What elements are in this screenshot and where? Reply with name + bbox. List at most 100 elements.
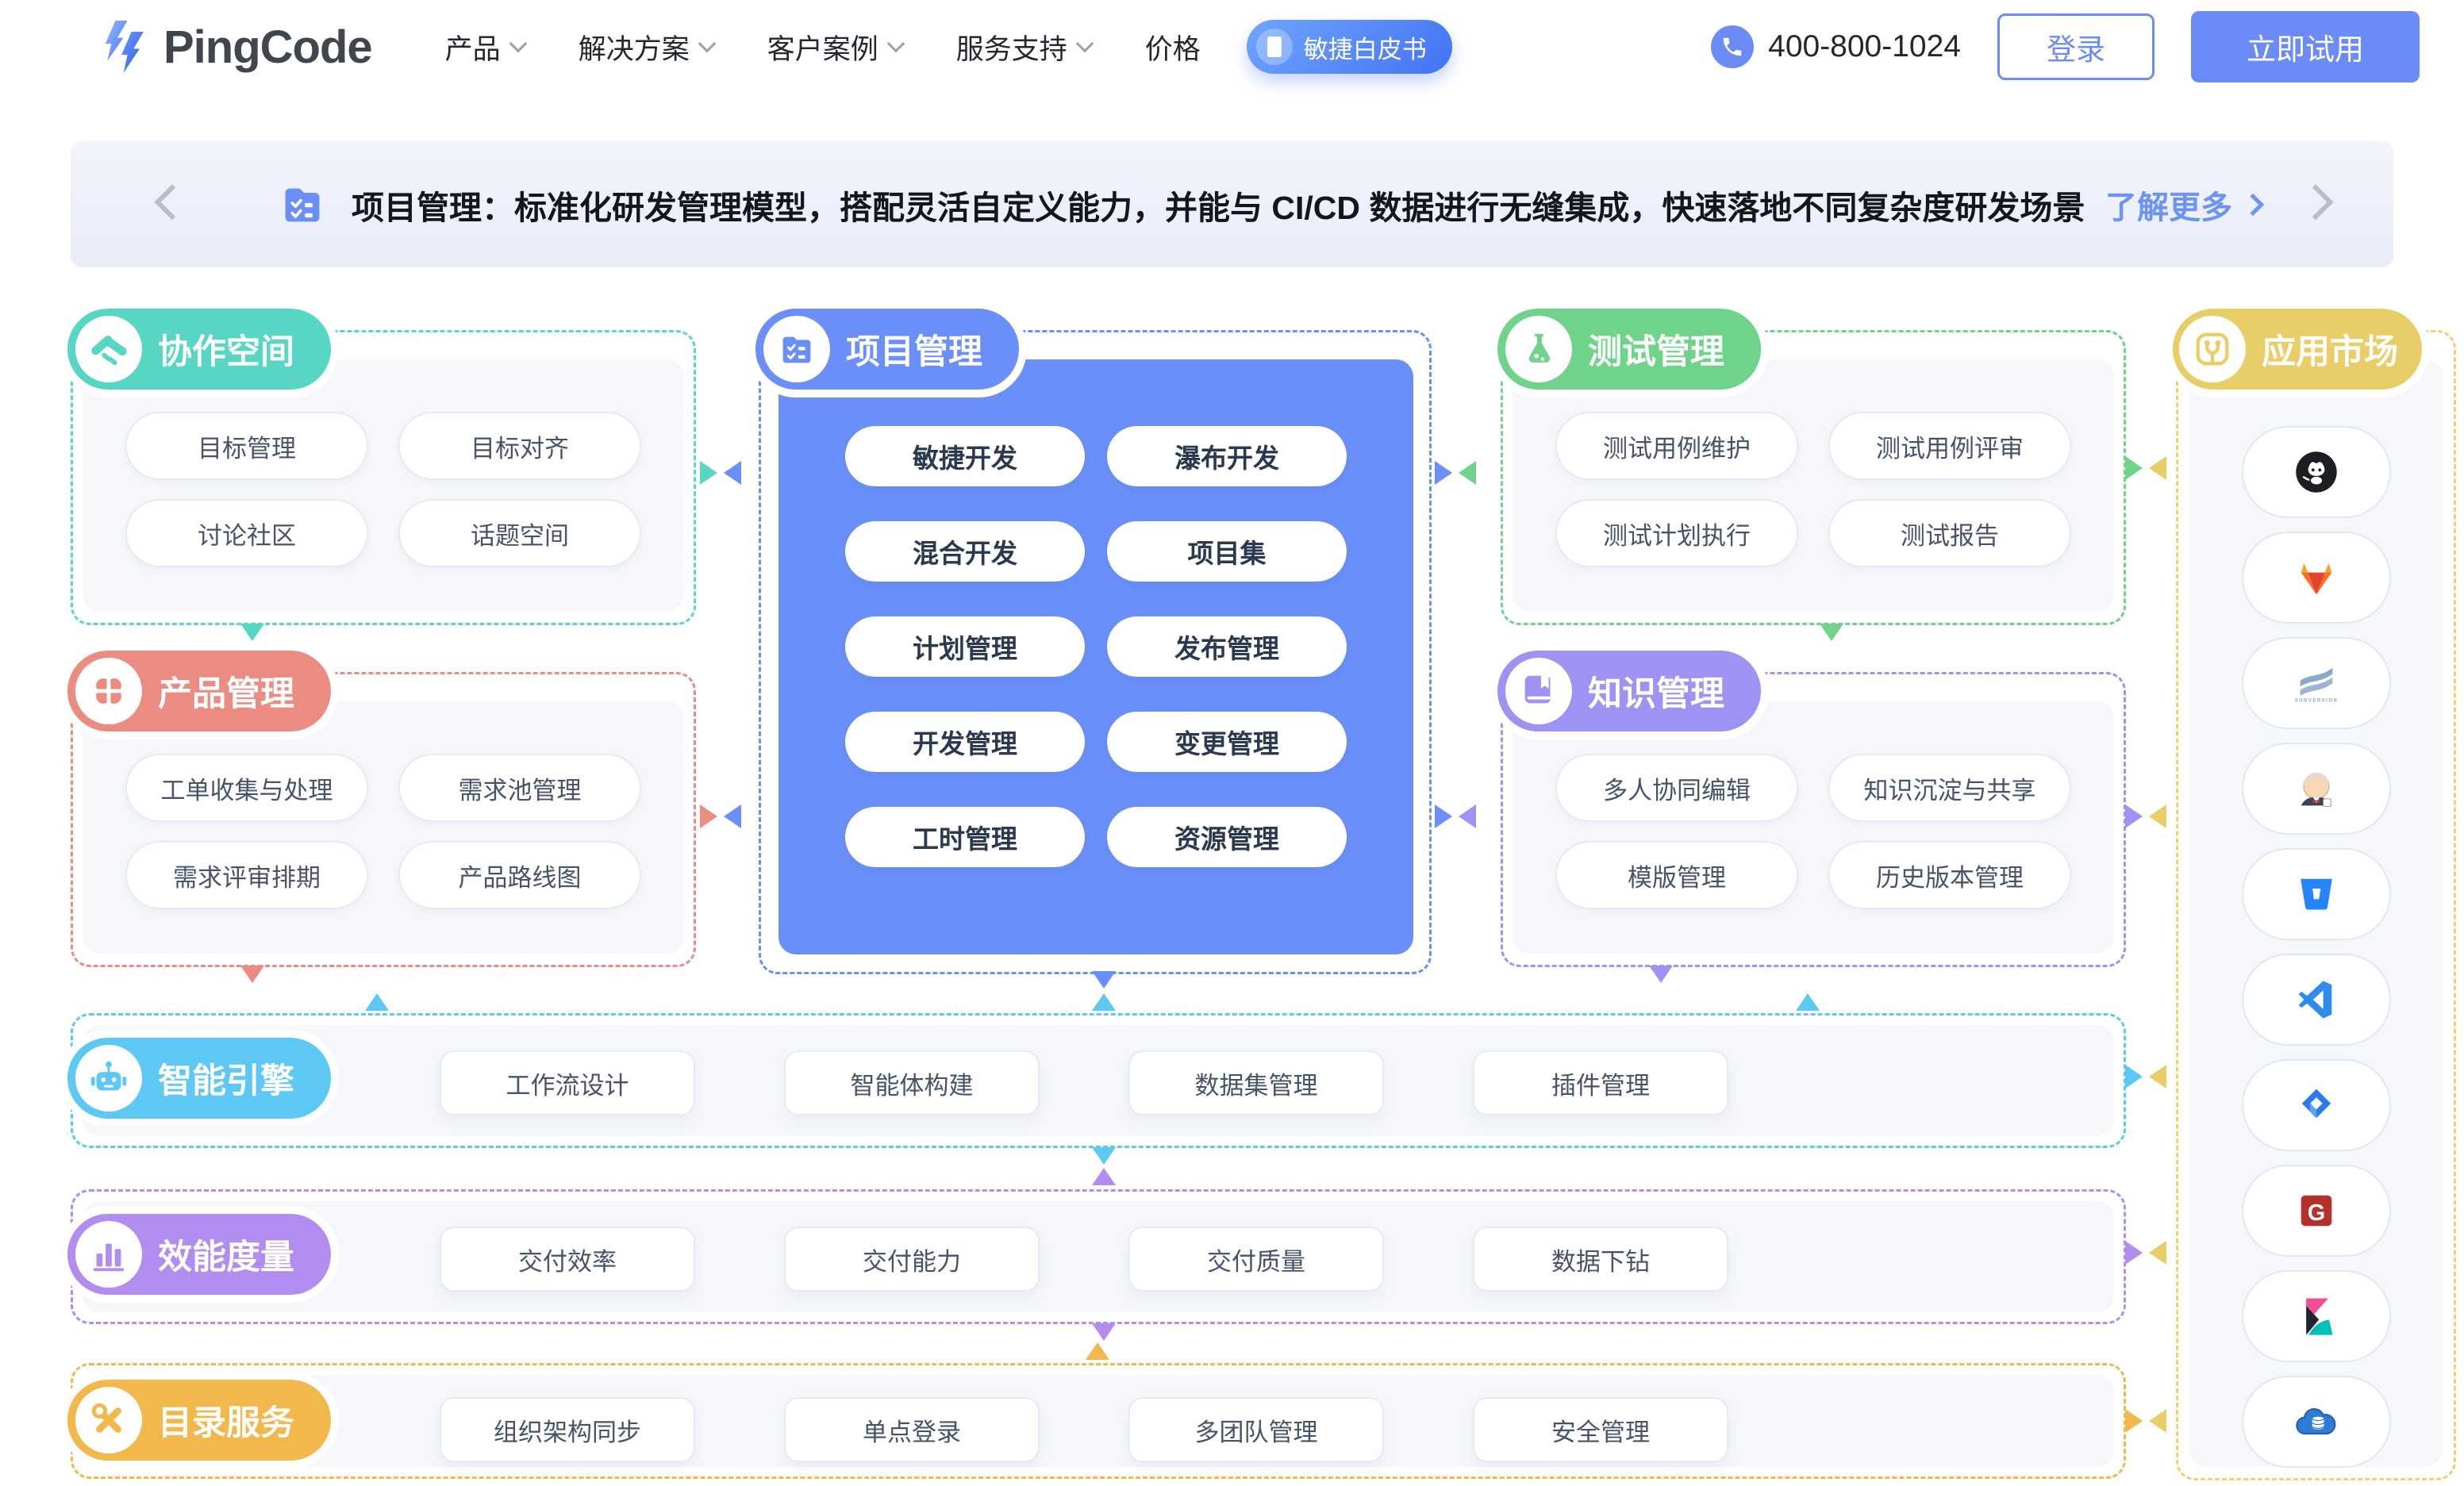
feature-list: 目标管理目标对齐讨论社区话题空间 [84, 412, 682, 567]
gitee-icon: G [2293, 1187, 2340, 1234]
tools-icon [75, 1387, 142, 1453]
feature-pill[interactable]: 需求评审排期 [125, 841, 368, 909]
nav-menu-item[interactable]: 产品 [445, 27, 525, 67]
section-directory-header: 目录服务 [67, 1380, 331, 1461]
feature-pill[interactable]: 目标管理 [125, 412, 368, 480]
connector-arrow [2149, 1065, 2166, 1089]
trial-button[interactable]: 立即试用 [2191, 11, 2420, 83]
feature-pill[interactable]: 发布管理 [1107, 616, 1347, 677]
feature-pill[interactable]: 话题空间 [398, 499, 641, 567]
feature-pill[interactable]: 智能体构建 [784, 1050, 1040, 1115]
task-folder-icon [763, 316, 830, 382]
app-subversion[interactable]: SUBVERSION [2242, 637, 2391, 729]
app-gitlab[interactable] [2242, 532, 2391, 624]
phone-contact[interactable]: 400-800-1024 [1711, 25, 1961, 68]
nav-menu: 产品 解决方案 客户案例 服务支持 [445, 27, 1201, 67]
feature-pill[interactable]: 瀑布开发 [1107, 426, 1347, 486]
connector-arrow [1092, 1147, 1116, 1165]
vscode-icon [2293, 976, 2340, 1023]
feature-pill[interactable]: 数据集管理 [1128, 1050, 1384, 1115]
feature-pill[interactable]: 混合开发 [845, 521, 1085, 582]
login-button[interactable]: 登录 [1997, 13, 2155, 80]
section-metrics-header: 效能度量 [67, 1214, 331, 1295]
connector-arrow [2125, 804, 2143, 828]
phone-icon [1711, 25, 1754, 68]
app-gitee[interactable]: G [2242, 1165, 2391, 1257]
app-kibana[interactable] [2242, 1270, 2391, 1362]
feature-pill[interactable]: 历史版本管理 [1828, 841, 2071, 909]
feature-pill[interactable]: 敏捷开发 [845, 426, 1085, 486]
feature-pill[interactable]: 组织架构同步 [440, 1397, 695, 1462]
section-collab: 目标管理目标对齐讨论社区话题空间 协作空间 [71, 330, 696, 625]
feature-pill[interactable]: 资源管理 [1107, 807, 1347, 867]
feature-pill[interactable]: 交付质量 [1128, 1227, 1384, 1292]
feature-pill[interactable]: 交付能力 [784, 1227, 1040, 1292]
feature-pill[interactable]: 测试用例评审 [1828, 412, 2071, 480]
section-title: 效能度量 [158, 1230, 294, 1279]
nav-menu-item[interactable]: 服务支持 [956, 27, 1091, 67]
chevron-down-icon [509, 35, 527, 53]
feature-pill[interactable]: 产品路线图 [398, 841, 641, 909]
nav-menu-item[interactable]: 价格 [1145, 27, 1201, 67]
section-knowledge-header: 知识管理 [1497, 651, 1761, 731]
feature-pill[interactable]: 交付效率 [440, 1227, 695, 1292]
nav-menu-item[interactable]: 解决方案 [579, 27, 713, 67]
connector-arrow [1459, 461, 1476, 485]
nav-menu-item[interactable]: 客户案例 [767, 27, 902, 67]
feature-pill[interactable]: 讨论社区 [125, 499, 368, 567]
connector-arrow [1092, 1323, 1116, 1341]
feature-pill[interactable]: 测试用例维护 [1555, 412, 1798, 480]
connector-arrow [1649, 966, 1673, 983]
app-bitbucket[interactable] [2242, 848, 2391, 940]
section-title: 产品管理 [158, 666, 294, 716]
feature-pill[interactable]: 多团队管理 [1128, 1397, 1384, 1462]
brand-logo[interactable]: PingCode [95, 16, 372, 78]
section-project: 敏捷开发瀑布开发混合开发项目集计划管理发布管理开发管理变更管理工时管理资源管理 … [759, 330, 1432, 974]
section-product: 工单收集与处理需求池管理需求评审排期产品路线图 产品管理 [71, 672, 696, 967]
carousel-next-icon[interactable] [2297, 184, 2333, 220]
section-metrics: 交付效率 交付能力 交付质量 数据下钻 效能度量 [71, 1189, 2126, 1324]
feature-pill[interactable]: 测试计划执行 [1555, 499, 1798, 567]
feature-pill[interactable]: 安全管理 [1473, 1397, 1728, 1462]
feature-pill[interactable]: 单点登录 [784, 1397, 1040, 1462]
section-ai-header: 智能引擎 [67, 1038, 331, 1119]
app-jira[interactable] [2242, 1059, 2391, 1151]
feature-pill[interactable]: 项目集 [1107, 521, 1347, 582]
feature-pill[interactable]: 多人协同编辑 [1555, 754, 1798, 822]
bitbucket-icon [2293, 870, 2340, 918]
feature-pill[interactable]: 工单收集与处理 [125, 754, 368, 822]
section-test-header: 测试管理 [1497, 309, 1761, 390]
app-cloud-database[interactable] [2242, 1376, 2391, 1468]
flask-icon [1505, 316, 1572, 382]
feature-pill[interactable]: 计划管理 [845, 616, 1085, 677]
section-title: 应用市场 [2262, 324, 2398, 374]
section-directory: 组织架构同步单点登录多团队管理安全管理 目录服务 [71, 1363, 2126, 1479]
feature-pill[interactable]: 工作流设计 [440, 1050, 695, 1115]
learn-more-link[interactable]: 了解更多 [2105, 182, 2261, 228]
book-icon [1505, 658, 1572, 724]
feature-pill[interactable]: 开发管理 [845, 712, 1085, 772]
section-knowledge: 多人协同编辑知识沉淀与共享模版管理历史版本管理 知识管理 [1501, 672, 2126, 967]
section-title: 项目管理 [846, 324, 982, 374]
feature-pill[interactable]: 工时管理 [845, 807, 1085, 867]
book-icon [1256, 29, 1293, 65]
carousel-prev-icon[interactable] [154, 184, 190, 220]
app-github[interactable] [2242, 426, 2391, 518]
feature-pill[interactable]: 知识沉淀与共享 [1828, 754, 2071, 822]
feature-pill[interactable]: 模版管理 [1555, 841, 1798, 909]
app-vscode[interactable] [2242, 954, 2391, 1046]
app-list: SUBVERSION [2178, 426, 2454, 1468]
feature-pill[interactable]: 变更管理 [1107, 712, 1347, 772]
feature-pill[interactable]: 需求池管理 [398, 754, 641, 822]
feature-pill[interactable]: 数据下钻 [1473, 1227, 1728, 1292]
announcement-banner[interactable]: 项目管理：标准化研发管理模型，搭配灵活自定义能力，并能与 CI/CD 数据进行无… [71, 141, 2393, 267]
app-jenkins[interactable] [2242, 743, 2391, 835]
connector-arrow [1092, 971, 1116, 989]
feature-pill[interactable]: 测试报告 [1828, 499, 2071, 567]
feature-pill[interactable]: 目标对齐 [398, 412, 641, 480]
feature-pill[interactable]: 插件管理 [1473, 1050, 1728, 1115]
whitepaper-badge[interactable]: 敏捷白皮书 [1247, 20, 1452, 74]
jenkins-icon [2293, 765, 2340, 812]
chevron-down-icon [886, 35, 905, 53]
feature-list: 多人协同编辑知识沉淀与共享模版管理历史版本管理 [1514, 754, 2112, 909]
